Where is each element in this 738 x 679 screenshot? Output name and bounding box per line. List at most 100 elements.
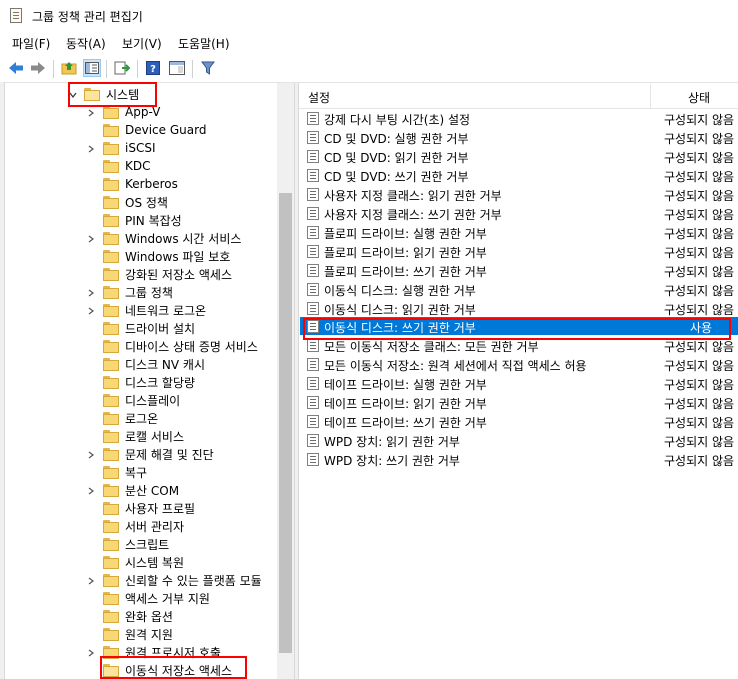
up-folder-icon[interactable] [60,59,78,77]
tree-item[interactable]: 복구 [86,463,147,481]
menu-help[interactable]: 도움말(H) [178,35,230,52]
scrollbar-thumb[interactable] [279,193,292,653]
policy-setting-icon [307,264,319,277]
policy-row[interactable]: WPD 장치: 쓰기 권한 거부 구성되지 않음 [300,450,738,468]
menu-file[interactable]: 파일(F) [12,35,50,52]
chevron-right-icon[interactable] [86,233,96,243]
policy-name: CD 및 DVD: 읽기 권한 거부 [324,151,469,165]
chevron-right-icon[interactable] [86,305,96,315]
chevron-right-icon[interactable] [86,485,96,495]
policy-state: 구성되지 않음 [664,416,735,430]
tree-item[interactable]: 분산 COM [86,481,179,499]
forward-icon[interactable] [29,59,47,77]
policy-row[interactable]: 모든 이동식 저장소: 원격 세션에서 직접 액세스 허용 구성되지 않음 [300,355,738,373]
tree-item-system[interactable]: 시스템 [68,85,139,103]
policy-state: 구성되지 않음 [664,208,735,222]
policy-row[interactable]: 이동식 디스크: 읽기 권한 거부 구성되지 않음 [300,299,738,317]
policy-state: 구성되지 않음 [664,246,735,260]
policy-row[interactable]: 이동식 디스크: 실행 권한 거부 구성되지 않음 [300,280,738,298]
column-header-state[interactable]: 상태 [688,89,710,106]
tree-item[interactable]: 로캘 서비스 [86,427,184,445]
policy-name: 플로피 드라이브: 실행 권한 거부 [324,227,487,241]
tree-item[interactable]: 원격 프로시저 호출 [86,643,221,661]
tree-item[interactable]: 디스플레이 [86,391,180,409]
tree-item[interactable]: 원격 지원 [86,625,173,643]
policy-setting-icon [307,283,319,296]
policy-row[interactable]: 플로피 드라이브: 읽기 권한 거부 구성되지 않음 [300,242,738,260]
properties-pane-icon[interactable] [168,59,186,77]
tree-item[interactable]: 드라이버 설치 [86,319,195,337]
tree-item[interactable]: PIN 복잡성 [86,211,182,229]
tree-item[interactable]: App-V [86,103,160,121]
tree-item[interactable]: 네트워크 로그온 [86,301,206,319]
policy-row[interactable]: 테이프 드라이브: 실행 권한 거부 구성되지 않음 [300,374,738,392]
policy-row[interactable]: 사용자 지정 클래스: 쓰기 권한 거부 구성되지 않음 [300,204,738,222]
filter-icon[interactable] [199,59,217,77]
policy-name: 이동식 디스크: 읽기 권한 거부 [324,303,476,317]
policy-row[interactable]: WPD 장치: 읽기 권한 거부 구성되지 않음 [300,431,738,449]
tree-item-label: 디스크 NV 캐시 [125,357,206,372]
tree-item[interactable]: 서버 관리자 [86,517,184,535]
chevron-right-icon[interactable] [86,287,96,297]
chevron-right-icon[interactable] [86,647,96,657]
policy-state: 구성되지 않음 [664,284,735,298]
menu-action[interactable]: 동작(A) [66,35,106,52]
policy-row-selected[interactable]: 이동식 디스크: 쓰기 권한 거부 사용 [300,317,738,335]
tree-item[interactable]: Windows 파일 보호 [86,247,230,265]
policy-row[interactable]: 플로피 드라이브: 실행 권한 거부 구성되지 않음 [300,223,738,241]
policy-setting-icon [307,169,319,182]
policy-row[interactable]: CD 및 DVD: 쓰기 권한 거부 구성되지 않음 [300,166,738,184]
tree-item[interactable]: 이동식 저장소 액세스 [86,661,232,679]
folder-icon [103,195,119,209]
column-divider[interactable] [650,84,651,108]
policy-row[interactable]: CD 및 DVD: 읽기 권한 거부 구성되지 않음 [300,147,738,165]
policy-setting-icon [307,453,319,466]
back-icon[interactable] [7,59,25,77]
tree-item[interactable]: OS 정책 [86,193,168,211]
toolbar: ? [0,56,738,83]
tree-item[interactable]: 디스크 NV 캐시 [86,355,205,373]
policy-row[interactable]: 플로피 드라이브: 쓰기 권한 거부 구성되지 않음 [300,261,738,279]
tree-item[interactable]: 액세스 거부 지원 [86,589,210,607]
policy-row[interactable]: 테이프 드라이브: 읽기 권한 거부 구성되지 않음 [300,393,738,411]
policy-setting-icon [307,415,319,428]
tree-item[interactable]: 시스템 복원 [86,553,184,571]
tree-item-label: Kerberos [125,177,178,191]
chevron-right-icon[interactable] [86,449,96,459]
toolbar-separator [192,60,193,78]
chevron-down-icon[interactable] [68,89,78,99]
show-hide-tree-icon[interactable] [83,59,101,77]
policy-row[interactable]: 모든 이동식 저장소 클래스: 모든 권한 거부 구성되지 않음 [300,336,738,354]
tree-item[interactable]: 디스크 할당량 [86,373,195,391]
policy-row[interactable]: 테이프 드라이브: 쓰기 권한 거부 구성되지 않음 [300,412,738,430]
tree-item[interactable]: Device Guard [86,121,206,139]
tree-item[interactable]: 디바이스 상태 증명 서비스 [86,337,258,355]
tree-item[interactable]: 강화된 저장소 액세스 [86,265,232,283]
chevron-right-icon[interactable] [86,143,96,153]
column-header-setting[interactable]: 설정 [308,89,330,106]
help-icon[interactable]: ? [144,59,162,77]
tree-item[interactable]: iSCSI [86,139,156,157]
tree-item[interactable]: 사용자 프로필 [86,499,195,517]
policy-row[interactable]: CD 및 DVD: 실행 권한 거부 구성되지 않음 [300,128,738,146]
export-list-icon[interactable] [113,59,131,77]
tree-item[interactable]: 로그온 [86,409,158,427]
tree-item[interactable]: 완화 옵션 [86,607,173,625]
chevron-right-icon[interactable] [86,575,96,585]
tree-scrollbar[interactable] [277,83,294,679]
tree-item-label: 드라이버 설치 [125,321,196,336]
menu-view[interactable]: 보기(V) [122,35,162,52]
policy-row[interactable]: 강제 다시 부팅 시간(초) 설정 구성되지 않음 [300,109,738,127]
tree-item[interactable]: 스크립트 [86,535,169,553]
policy-row[interactable]: 사용자 지정 클래스: 읽기 권한 거부 구성되지 않음 [300,185,738,203]
tree-item[interactable]: Kerberos [86,175,178,193]
tree-item[interactable]: 그룹 정책 [86,283,173,301]
window-title: 그룹 정책 관리 편집기 [32,10,143,24]
chevron-right-icon[interactable] [86,107,96,117]
tree-item[interactable]: 문제 해결 및 진단 [86,445,214,463]
tree-item[interactable]: KDC [86,157,151,175]
tree-item[interactable]: Windows 시간 서비스 [86,229,241,247]
policy-name: 이동식 디스크: 쓰기 권한 거부 [324,321,476,335]
tree-item[interactable]: 신뢰할 수 있는 플랫폼 모듈 [86,571,262,589]
